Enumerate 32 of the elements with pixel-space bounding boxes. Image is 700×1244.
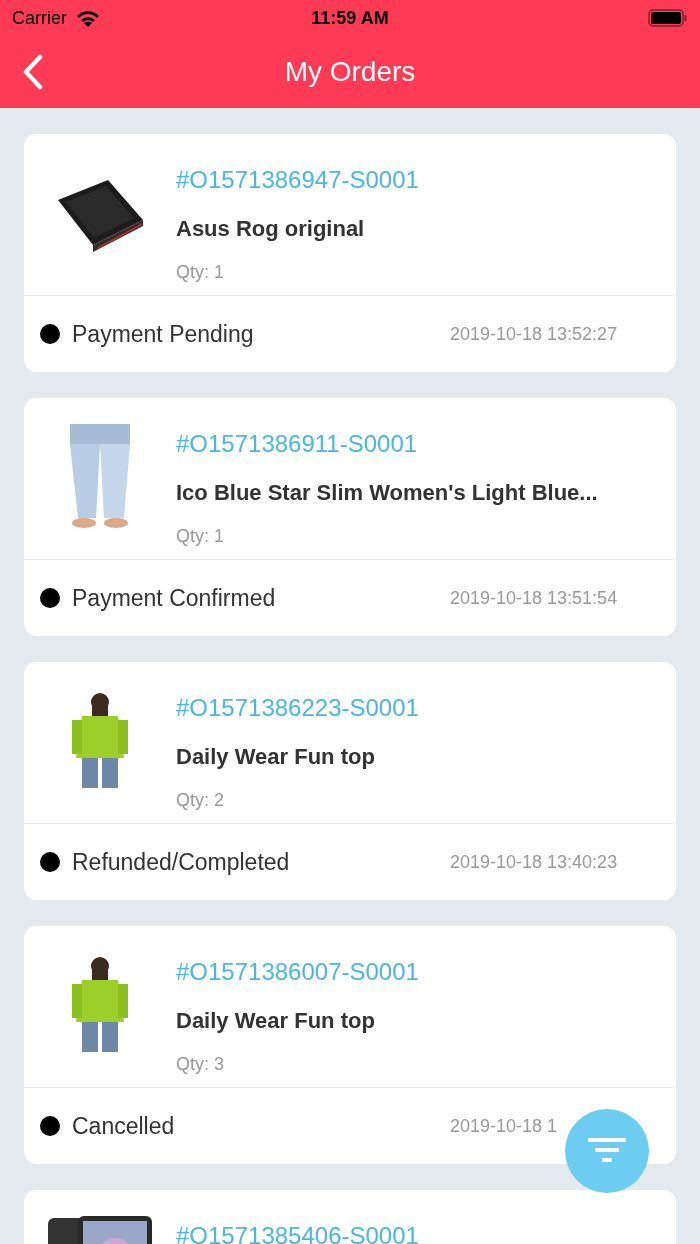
order-number: #O1571386223-S0001 <box>176 693 419 723</box>
order-card[interactable]: #O1571386007-S0001 Daily Wear Fun top Qty: 3 Cancelled 2019-10-18 1 <box>24 926 676 1164</box>
order-number: #O1571385406-S0001 <box>176 1221 419 1244</box>
carrier-label: Carrier <box>12 6 67 30</box>
order-status: Cancelled <box>72 1111 175 1141</box>
order-date: 2019-10-18 13:40:23 <box>450 850 619 874</box>
order-date: 2019-10-18 1 <box>450 1114 559 1138</box>
order-card[interactable]: #O1571386911-S0001 Ico Blue Star Slim Women's Light Blue... Qty: 1 Payment Confirmed 2019-10-18 13:51:54 <box>24 398 676 636</box>
order-status: Payment Confirmed <box>72 583 276 613</box>
back-icon <box>22 54 44 90</box>
order-date: 2019-10-18 13:52:27 <box>450 322 619 346</box>
page-title: My Orders <box>284 55 416 89</box>
quantity-label: Qty: 2 <box>176 789 225 812</box>
filter-icon <box>588 1138 626 1164</box>
clock: 11:59 AM <box>311 6 389 30</box>
order-card[interactable]: #O1571386947-S0001 Asus Rog original Qty: 1 Payment Pending 2019-10-18 13:52:27 <box>24 134 676 372</box>
quantity-label: Qty: 1 <box>176 525 225 548</box>
order-number: #O1571386007-S0001 <box>176 957 419 987</box>
quantity-label: Qty: 1 <box>176 261 225 284</box>
order-number: #O1571386911-S0001 <box>176 429 419 459</box>
quantity-label: Qty: 3 <box>176 1053 225 1076</box>
battery-icon <box>648 8 688 28</box>
product-name: Daily Wear Fun top <box>176 743 376 771</box>
product-name: Ico Blue Star Slim Women's Light Blue... <box>176 479 598 507</box>
product-name: Asus Rog original <box>176 215 366 243</box>
wifi-icon <box>75 8 101 28</box>
product-name: Daily Wear Fun top <box>176 1007 376 1035</box>
order-date: 2019-10-18 13:51:54 <box>450 586 619 610</box>
order-status: Payment Pending <box>72 319 254 349</box>
order-card[interactable]: #O1571386223-S0001 Daily Wear Fun top Qty: 2 Refunded/Completed 2019-10-18 13:40:23 <box>24 662 676 900</box>
order-number: #O1571386947-S0001 <box>176 165 419 195</box>
order-status: Refunded/Completed <box>72 847 290 877</box>
